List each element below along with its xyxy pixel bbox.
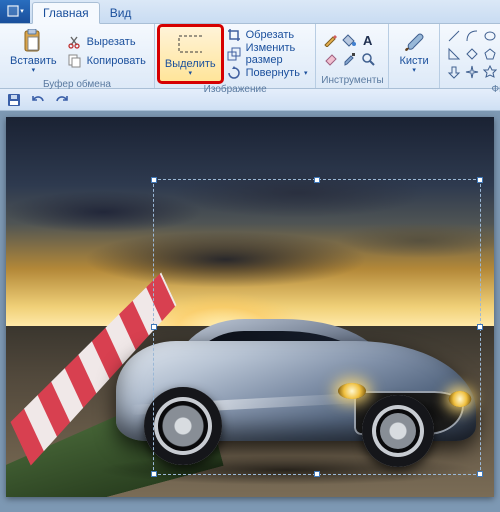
shape-star5-icon[interactable] [482, 64, 498, 80]
shape-arrowd-icon[interactable] [446, 64, 462, 80]
group-tools: A Инструменты [316, 24, 389, 88]
selection-handle-ne[interactable] [477, 177, 483, 183]
crop-label: Обрезать [246, 29, 295, 41]
save-icon[interactable] [6, 92, 22, 108]
zoom-tool-icon[interactable] [360, 51, 376, 67]
shape-star4-icon[interactable] [464, 64, 480, 80]
rotate-button[interactable]: Повернуть ▾ [222, 64, 312, 82]
copy-button[interactable]: Копировать [63, 52, 150, 70]
cut-button[interactable]: Вырезать [63, 33, 150, 51]
crop-icon [226, 27, 242, 43]
group-clipboard: Вставить ▾ Вырезать Копировать Буфер обм… [0, 24, 155, 88]
group-label-shapes: Фигуры [440, 84, 500, 97]
svg-text:A: A [363, 33, 373, 47]
picker-tool-icon[interactable] [341, 51, 357, 67]
shape-curve-icon[interactable] [464, 28, 480, 44]
rotate-label: Повернуть [246, 67, 300, 79]
group-shapes: Фигуры [440, 24, 500, 88]
group-brushes: Кисти ▾ [389, 24, 439, 88]
group-label-clipboard: Буфер обмена [0, 79, 154, 92]
brushes-button[interactable]: Кисти ▾ [393, 26, 434, 77]
cut-icon [67, 34, 83, 50]
selection-handle-sw[interactable] [151, 471, 157, 477]
chevron-down-icon: ▾ [304, 70, 308, 77]
fill-tool-icon[interactable] [341, 32, 357, 48]
ribbon: Вставить ▾ Вырезать Копировать Буфер обм… [0, 24, 500, 89]
paste-icon [21, 29, 45, 53]
ribbon-tabs: ▾ Главная Вид [0, 0, 500, 24]
text-tool-icon[interactable]: A [360, 32, 376, 48]
paste-label: Вставить [10, 55, 57, 67]
group-label-tools: Инструменты [316, 75, 388, 88]
group-image: Выделить ▾ Обрезать Изменить размер Пове… [155, 24, 317, 88]
shape-pentagon-icon[interactable] [482, 46, 498, 62]
shapes-gallery[interactable] [444, 26, 500, 82]
shape-oval-icon[interactable] [482, 28, 498, 44]
tab-main[interactable]: Главная [32, 2, 100, 24]
group-label-image: Изображение [155, 84, 316, 97]
shape-rtriangle-icon[interactable] [446, 46, 462, 62]
app-menu-button[interactable]: ▾ [0, 0, 30, 23]
shape-diamond-icon[interactable] [464, 46, 480, 62]
selection-rectangle[interactable] [153, 179, 481, 475]
cut-label: Вырезать [87, 36, 136, 48]
selection-handle-se[interactable] [477, 471, 483, 477]
select-button[interactable]: Выделить ▾ [159, 26, 222, 82]
rotate-icon [226, 65, 242, 81]
eraser-tool-icon[interactable] [322, 51, 338, 67]
group-label-brushes [389, 79, 438, 92]
copy-icon [67, 53, 83, 69]
select-label: Выделить [165, 58, 216, 70]
resize-label: Изменить размер [246, 42, 308, 66]
brush-icon [402, 29, 426, 53]
selection-handle-e[interactable] [477, 324, 483, 330]
selection-handle-nw[interactable] [151, 177, 157, 183]
canvas[interactable] [6, 117, 494, 497]
tab-view[interactable]: Вид [100, 3, 142, 23]
pencil-tool-icon[interactable] [322, 32, 338, 48]
redo-icon[interactable] [54, 92, 70, 108]
paste-button[interactable]: Вставить ▾ [4, 26, 63, 77]
resize-button[interactable]: Изменить размер [222, 45, 312, 63]
brushes-label: Кисти [399, 55, 428, 67]
app-menu-icon [6, 4, 20, 18]
chevron-down-icon: ▾ [32, 67, 36, 74]
chevron-down-icon: ▾ [188, 70, 192, 77]
undo-icon[interactable] [30, 92, 46, 108]
selection-handle-n[interactable] [314, 177, 320, 183]
selection-handle-w[interactable] [151, 324, 157, 330]
workspace [0, 111, 500, 512]
resize-icon [226, 46, 242, 62]
select-icon [178, 32, 202, 56]
copy-label: Копировать [87, 55, 146, 67]
selection-handle-s[interactable] [314, 471, 320, 477]
shape-line-icon[interactable] [446, 28, 462, 44]
chevron-down-icon: ▾ [412, 67, 416, 74]
